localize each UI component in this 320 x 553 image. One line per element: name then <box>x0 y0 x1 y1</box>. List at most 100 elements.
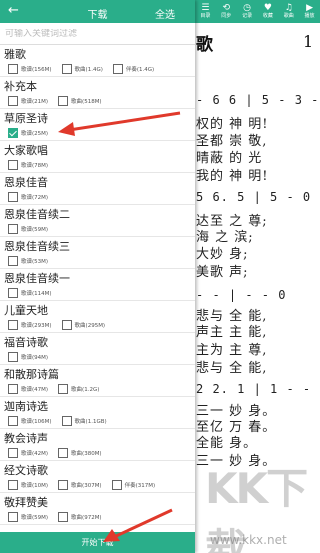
checkbox[interactable] <box>111 480 122 490</box>
hymnal-title: 恩泉佳音续二 <box>4 208 70 221</box>
checkbox[interactable] <box>8 512 18 522</box>
download-option[interactable]: 歌曲(380M) <box>58 448 102 458</box>
annotation-arrow-top <box>58 111 181 136</box>
hymnal-title: 儿童天地 <box>4 304 48 317</box>
download-option[interactable]: 歌曲(518M) <box>58 96 102 106</box>
checkbox[interactable] <box>8 192 18 202</box>
download-option[interactable]: 歌谱(106M) <box>8 416 52 426</box>
download-option[interactable]: 歌曲(972M) <box>58 512 102 522</box>
hymnal-group: 教会诗声 歌谱(42M) 歌曲(380M) <box>0 429 195 461</box>
download-option[interactable]: 歌谱(293M) <box>8 320 52 330</box>
toolbar-sync[interactable]: ⟲ 同步 <box>221 3 231 20</box>
watermark: KK下载 www.kkx.net <box>200 455 320 553</box>
download-option[interactable]: 歌谱(156M) <box>8 64 52 74</box>
checkbox[interactable] <box>8 288 18 298</box>
option-label: 歌谱(94M) <box>21 355 49 361</box>
option-label: 伴奏(317M) <box>124 483 156 489</box>
lyric-line: 悲与 全 能, <box>196 361 268 376</box>
toolbar-list[interactable]: ☰ 目录 <box>200 3 210 20</box>
download-option[interactable]: 歌曲(295M) <box>61 320 105 330</box>
checkbox[interactable] <box>58 512 69 522</box>
download-options: 歌谱(53M) <box>0 254 195 268</box>
checkbox[interactable] <box>8 64 18 74</box>
checkbox-checked[interactable] <box>8 128 18 138</box>
option-label: 歌谱(59M) <box>21 515 49 521</box>
checkbox[interactable] <box>58 384 69 394</box>
play-icon: ▶ <box>306 2 314 13</box>
option-label: 伴奏(1.4G) <box>125 67 155 73</box>
download-option[interactable]: 歌谱(53M) <box>8 256 48 266</box>
download-option[interactable]: 歌曲(1.2G) <box>58 384 99 394</box>
hymnal-group: 雅歌歌谱(156M) 歌曲(1.4G) 伴奏(1.4G) <box>0 45 195 77</box>
download-option[interactable]: 伴奏(1.4G) <box>112 64 155 74</box>
checkbox[interactable] <box>61 320 72 330</box>
download-option[interactable]: 歌谱(10M) <box>8 480 48 490</box>
toolbar-history[interactable]: ◷ 记录 <box>242 3 252 20</box>
download-option[interactable]: 歌谱(21M) <box>8 96 48 106</box>
checkbox[interactable] <box>112 64 123 74</box>
toolbar-music[interactable]: ♫ 歌曲 <box>283 3 294 20</box>
download-option[interactable]: 歌谱(25M) <box>8 128 48 138</box>
checkbox[interactable] <box>8 224 18 234</box>
hymnal-title: 经文诗歌 <box>4 464 48 477</box>
checkbox[interactable] <box>58 96 69 106</box>
hymnal-title: 和散那诗篇 <box>4 368 59 381</box>
toolbar-label: 歌曲 <box>283 12 294 19</box>
notation-line: - 6 6 | 5 - 3 - <box>196 93 320 107</box>
download-option[interactable]: 歌谱(114M) <box>8 288 52 298</box>
hymnal-title: 补充本 <box>4 80 37 93</box>
download-option[interactable]: 伴奏(317M) <box>111 480 156 490</box>
hymnal-group: 恩泉佳音续三 歌谱(53M) <box>0 237 195 269</box>
checkbox[interactable] <box>8 416 18 426</box>
checkbox[interactable] <box>8 320 18 330</box>
hymnal-title: 雅歌 <box>4 48 26 61</box>
download-option[interactable]: 歌谱(59M) <box>8 224 48 234</box>
notation-line: 2 2. 1 | 1 - - <box>196 382 312 396</box>
download-option[interactable]: 歌谱(42M) <box>8 448 48 458</box>
checkbox[interactable] <box>58 448 69 458</box>
toolbar-play[interactable]: ▶ 播放 <box>305 2 315 20</box>
checkbox[interactable] <box>8 96 18 106</box>
download-option[interactable]: 歌谱(59M) <box>8 512 48 522</box>
download-panel: ← 下载 全选 雅歌歌谱(156M)歌曲(1.4G)伴奏(1.4G)补充本歌谱(… <box>0 0 195 553</box>
download-options: 歌谱(156M) 歌曲(1.4G) 伴奏(1.4G) <box>0 62 195 76</box>
download-options: 歌谱(114M) <box>0 286 195 300</box>
viewer-toolbar: ☰ 目录 ⟲ 同步 ◷ 记录 ♥ 收藏 ♫ 歌曲 ▶ 播放 <box>195 0 320 23</box>
option-label: 歌谱(156M) <box>21 67 52 73</box>
download-option[interactable]: 歌谱(72M) <box>8 192 48 202</box>
checkbox[interactable] <box>8 256 18 266</box>
hymnal-title: 迦南诗选 <box>4 400 48 413</box>
hymnal-group: 儿童天地歌谱(293M) 歌曲(295M) <box>0 301 195 333</box>
download-option[interactable]: 歌曲(1.1GB) <box>61 416 107 426</box>
checkbox[interactable] <box>8 448 18 458</box>
option-label: 歌谱(72M) <box>21 195 49 201</box>
option-label: 歌谱(106M) <box>21 419 52 425</box>
download-options: 歌谱(59M) <box>0 222 195 236</box>
option-label: 歌谱(10M) <box>21 483 49 489</box>
toolbar-favorite[interactable]: ♥ 收藏 <box>263 3 273 20</box>
panel-header: ← 下载 全选 <box>0 0 195 23</box>
lyric-line: 晴蔽 的 光 <box>196 151 263 166</box>
hymn-title: 歌 <box>196 35 213 55</box>
option-label: 歌谱(78M) <box>21 163 49 169</box>
lyric-line: 声主 主 能, <box>196 325 268 340</box>
checkbox[interactable] <box>8 352 18 362</box>
checkbox[interactable] <box>8 160 18 170</box>
checkbox[interactable] <box>61 416 72 426</box>
download-options: 歌谱(10M) 歌曲(307M) 伴奏(317M) <box>0 478 195 492</box>
download-option[interactable]: 歌谱(47M) <box>8 384 48 394</box>
option-label: 歌曲(380M) <box>71 451 102 457</box>
download-option[interactable]: 歌谱(78M) <box>8 160 48 170</box>
download-options: 歌谱(21M) 歌曲(518M) <box>0 94 195 108</box>
download-option[interactable]: 歌曲(1.4G) <box>61 64 103 74</box>
checkbox[interactable] <box>8 384 18 394</box>
checkbox[interactable] <box>8 480 18 490</box>
checkbox[interactable] <box>58 480 69 490</box>
search-input[interactable] <box>5 28 185 39</box>
download-option[interactable]: 歌曲(307M) <box>58 480 102 490</box>
checkbox[interactable] <box>61 64 72 74</box>
lyric-line: 美歌 声; <box>196 265 249 280</box>
download-option[interactable]: 歌谱(94M) <box>8 352 48 362</box>
select-all-button[interactable]: 全选 <box>155 6 175 21</box>
hymnal-title: 福音诗歌 <box>4 336 48 349</box>
